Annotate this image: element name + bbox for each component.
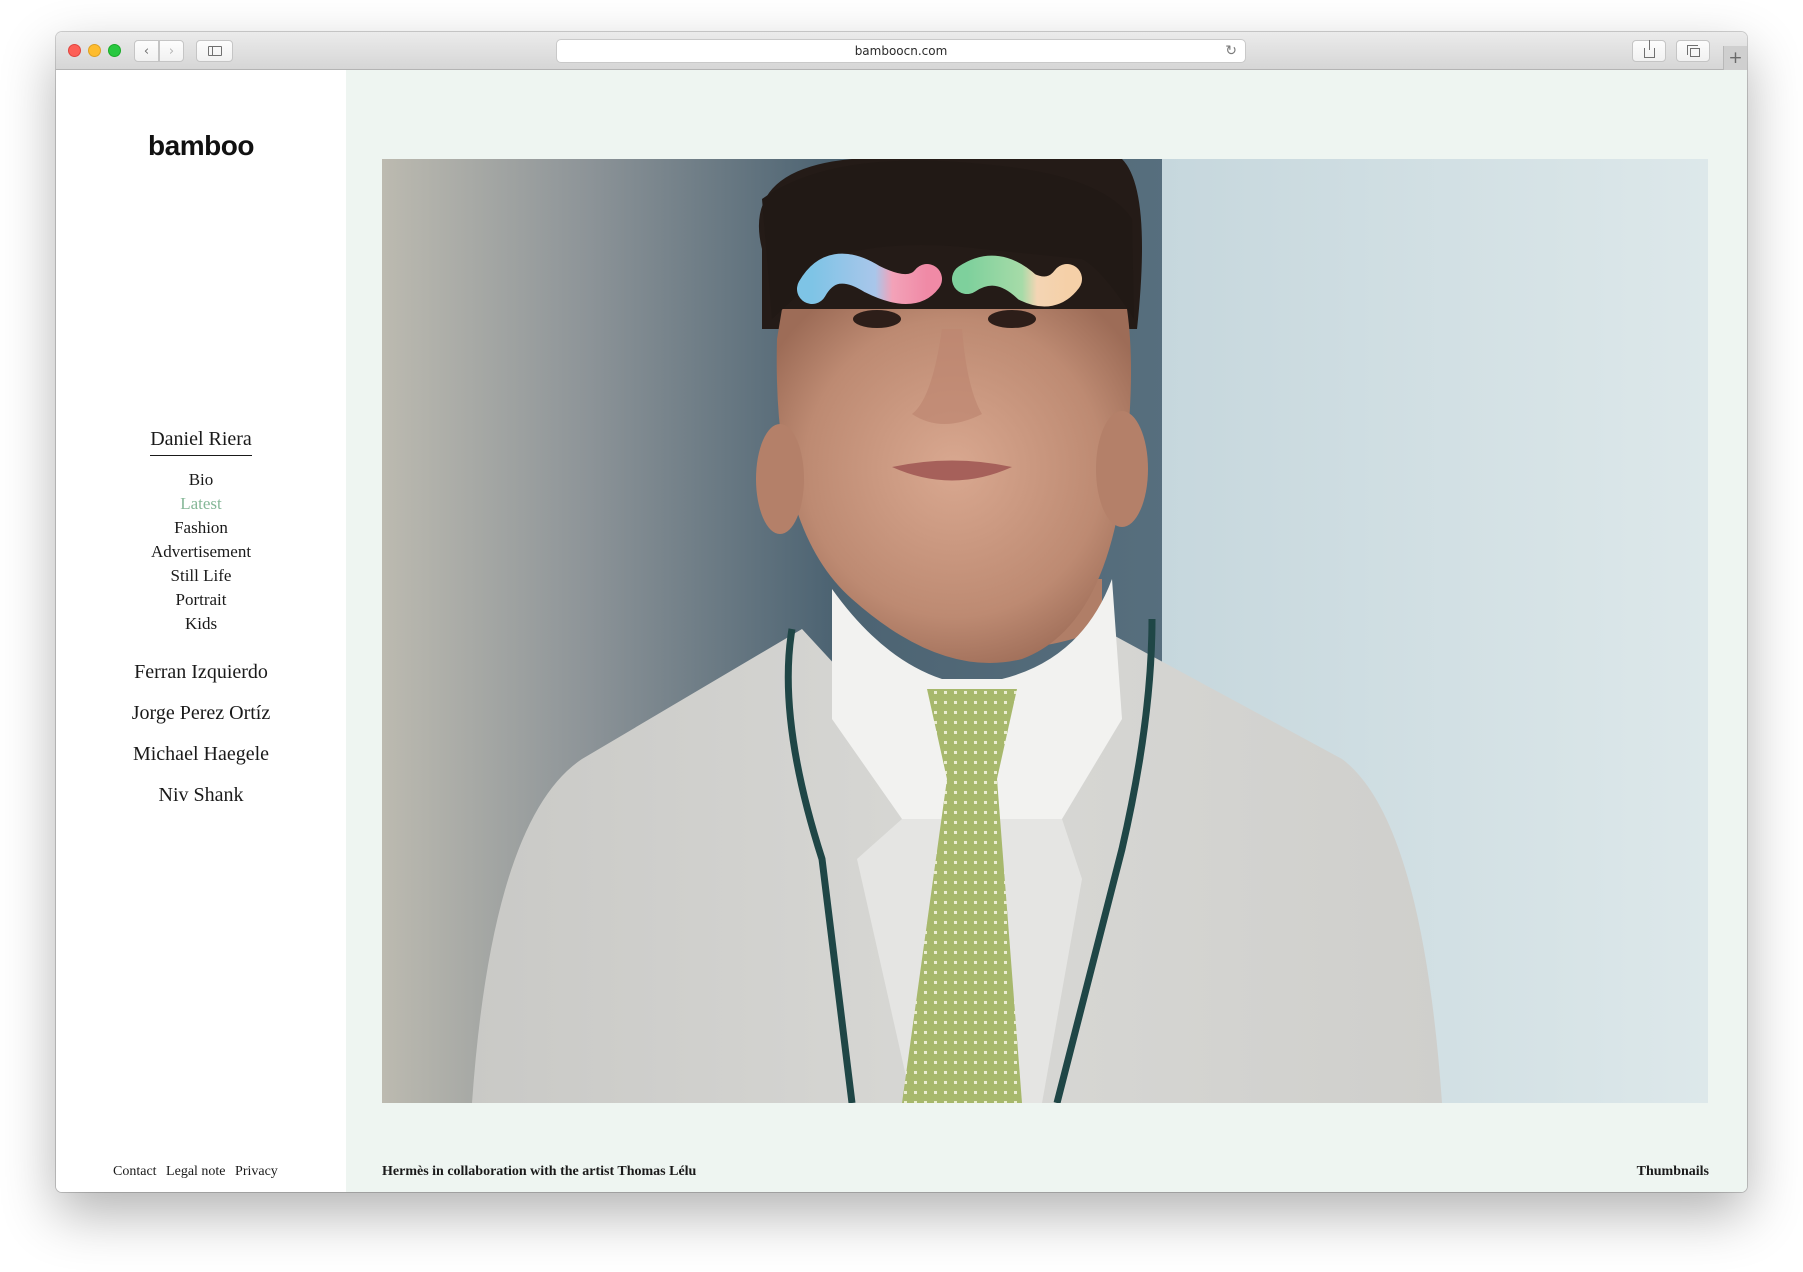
site-logo[interactable]: bamboo bbox=[56, 130, 346, 162]
url-text: bamboocn.com bbox=[854, 44, 948, 58]
zoom-window-button[interactable] bbox=[108, 44, 121, 57]
minimize-window-button[interactable] bbox=[88, 44, 101, 57]
share-icon bbox=[1643, 40, 1655, 58]
browser-toolbar: ‹ › bamboocn.com ↻ + bbox=[56, 32, 1747, 70]
privacy-link[interactable]: Privacy bbox=[235, 1164, 278, 1179]
legal-note-link[interactable]: Legal note bbox=[166, 1164, 225, 1179]
section-link-fashion[interactable]: Fashion bbox=[56, 516, 346, 540]
artist-link-ferran-izquierdo[interactable]: Ferran Izquierdo bbox=[56, 652, 346, 693]
browser-window: ‹ › bamboocn.com ↻ + bamboo Daniel Riera bbox=[56, 32, 1747, 1192]
artist-section-list: Bio Latest Fashion Advertisement Still L… bbox=[56, 468, 346, 636]
close-window-button[interactable] bbox=[68, 44, 81, 57]
portrait-photo-image bbox=[382, 159, 1708, 1103]
share-button[interactable] bbox=[1632, 40, 1666, 62]
sidebar-icon bbox=[207, 46, 222, 56]
section-link-advertisement[interactable]: Advertisement bbox=[56, 540, 346, 564]
current-artist-link[interactable]: Daniel Riera bbox=[150, 428, 252, 456]
section-link-still-life[interactable]: Still Life bbox=[56, 564, 346, 588]
section-link-latest[interactable]: Latest bbox=[56, 492, 346, 516]
footer-links: Contact Legal note Privacy bbox=[113, 1164, 284, 1180]
back-button[interactable]: ‹ bbox=[134, 40, 159, 62]
artist-link-michael-haegele[interactable]: Michael Haegele bbox=[56, 734, 346, 775]
artist-link-jorge-perez-ortiz[interactable]: Jorge Perez Ortíz bbox=[56, 693, 346, 734]
photo-caption: Hermès in collaboration with the artist … bbox=[382, 1164, 697, 1179]
other-artists-list: Ferran Izquierdo Jorge Perez Ortíz Micha… bbox=[56, 652, 346, 816]
contact-link[interactable]: Contact bbox=[113, 1164, 157, 1179]
show-tabs-button[interactable] bbox=[1676, 40, 1710, 62]
forward-button[interactable]: › bbox=[159, 40, 184, 62]
site-sidebar: bamboo Daniel Riera Bio Latest Fashion A… bbox=[56, 70, 346, 1192]
plus-icon: + bbox=[1728, 48, 1743, 68]
new-tab-button[interactable]: + bbox=[1723, 46, 1747, 70]
featured-photo[interactable] bbox=[382, 159, 1708, 1103]
section-link-portrait[interactable]: Portrait bbox=[56, 588, 346, 612]
section-link-kids[interactable]: Kids bbox=[56, 612, 346, 636]
chevron-right-icon: › bbox=[168, 43, 175, 59]
address-bar[interactable]: bamboocn.com ↻ bbox=[556, 39, 1246, 63]
section-link-bio[interactable]: Bio bbox=[56, 468, 346, 492]
sidebar-toggle-button[interactable] bbox=[196, 40, 233, 62]
gallery-area: Hermès in collaboration with the artist … bbox=[346, 70, 1747, 1192]
artist-link-niv-shank[interactable]: Niv Shank bbox=[56, 775, 346, 816]
tabs-icon bbox=[1686, 45, 1700, 57]
thumbnails-link[interactable]: Thumbnails bbox=[1637, 1164, 1709, 1180]
web-page: bamboo Daniel Riera Bio Latest Fashion A… bbox=[56, 70, 1747, 1192]
chevron-left-icon: ‹ bbox=[143, 43, 150, 59]
reload-icon[interactable]: ↻ bbox=[1225, 43, 1237, 59]
artist-navigation: Daniel Riera Bio Latest Fashion Advertis… bbox=[56, 428, 346, 816]
